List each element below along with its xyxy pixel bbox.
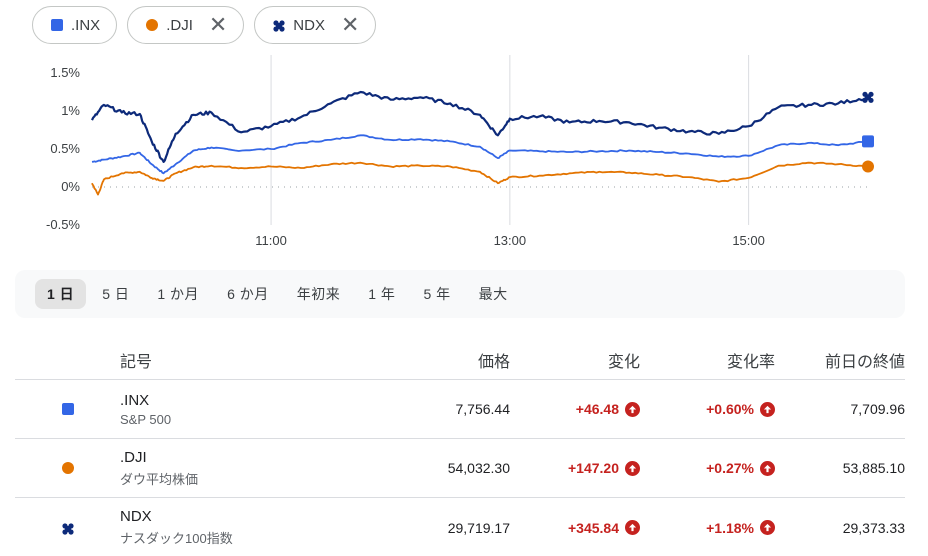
table-header: 記号 価格 変化 変化率 前日の終値 (15, 340, 905, 380)
row-prev-close: 29,373.33 (842, 519, 905, 536)
row-prev-close: 7,709.96 (850, 401, 906, 417)
table-row[interactable]: .INX S&P 500 7,756.44 +46.48 +0.60% 7,70… (15, 380, 905, 439)
row-change: +345.84 (568, 519, 619, 536)
range-selector: 1 日 5 日 1 か月 6 か月 年初来 1 年 5 年 最大 (15, 270, 905, 318)
cross-marker-icon (61, 522, 74, 535)
quotes-table: 記号 価格 変化 変化率 前日の終値 .INX S&P 500 7,756.44… (15, 340, 905, 556)
y-axis-ticks: 1.5% 1% 0.5% 0% -0.5% (46, 65, 80, 232)
row-symbol: .INX (120, 391, 150, 409)
header-change: 変化 (607, 353, 640, 371)
arrow-up-icon (625, 460, 640, 476)
y-tick-label: 0.5% (50, 141, 80, 156)
range-1m-button[interactable]: 1 か月 (145, 279, 211, 309)
arrow-up-icon (760, 460, 775, 476)
row-change: +147.20 (568, 460, 619, 476)
header-prev-close: 前日の終値 (824, 353, 905, 371)
row-prev-close: 53,885.10 (842, 460, 905, 476)
range-1y-button[interactable]: 1 年 (356, 279, 407, 309)
chart-grid (92, 55, 868, 225)
square-marker-icon (61, 403, 74, 415)
arrow-up-icon (760, 520, 775, 535)
table-row[interactable]: .DJI ダウ平均株価 54,032.30 +147.20 +0.27% 53,… (15, 439, 905, 498)
chart-series (91, 90, 869, 196)
range-6m-button[interactable]: 6 か月 (215, 279, 281, 309)
row-change-pct: +0.27% (706, 460, 754, 476)
row-change: +46.48 (575, 401, 619, 417)
header-change-pct: 変化率 (726, 353, 775, 371)
x-axis-ticks: 11:00 13:00 15:00 (255, 233, 765, 248)
header-symbol: 記号 (120, 353, 153, 371)
row-change-pct: +0.60% (706, 401, 754, 417)
row-name: ナスダック100指数 (120, 531, 233, 546)
marker-part (865, 94, 871, 101)
y-tick-label: 0% (61, 179, 80, 194)
header-price: 価格 (477, 353, 510, 371)
arrow-up-icon (760, 401, 775, 417)
x-tick-label: 13:00 (494, 233, 527, 248)
x-tick-label: 15:00 (732, 233, 765, 248)
series-line (91, 134, 869, 175)
row-price: 29,719.17 (447, 519, 510, 536)
series-line (91, 161, 869, 196)
table-row[interactable]: NDX ナスダック100指数 29,719.17 +345.84 +1.18% … (15, 498, 905, 556)
row-change-pct: +1.18% (706, 519, 754, 536)
range-5d-button[interactable]: 5 日 (90, 279, 141, 309)
range-1d-button[interactable]: 1 日 (35, 279, 87, 309)
row-price: 54,032.30 (447, 460, 510, 476)
series-end-marker (862, 135, 874, 148)
arrow-up-icon (625, 520, 640, 535)
y-tick-label: 1.5% (50, 65, 80, 80)
arrow-up-icon (625, 401, 640, 417)
series-end-marker (862, 160, 874, 173)
y-tick-label: 1% (61, 103, 80, 118)
range-max-button[interactable]: 最大 (467, 279, 520, 309)
row-name: ダウ平均株価 (120, 471, 199, 487)
row-name: S&P 500 (120, 411, 172, 427)
row-symbol: .DJI (120, 448, 147, 466)
price-chart[interactable]: 1.5% 1% 0.5% 0% -0.5% 11:00 13:00 15:00 (0, 0, 928, 266)
series-end-marker (862, 91, 874, 103)
circle-marker-icon (61, 462, 74, 474)
series-line (91, 90, 869, 163)
row-symbol: NDX (120, 508, 152, 525)
chart-end-markers (862, 91, 874, 173)
x-tick-label: 11:00 (255, 233, 287, 248)
row-price: 7,756.44 (455, 401, 511, 417)
y-tick-label: -0.5% (46, 217, 80, 232)
range-ytd-button[interactable]: 年初来 (285, 279, 353, 309)
range-5y-button[interactable]: 5 年 (411, 279, 462, 309)
